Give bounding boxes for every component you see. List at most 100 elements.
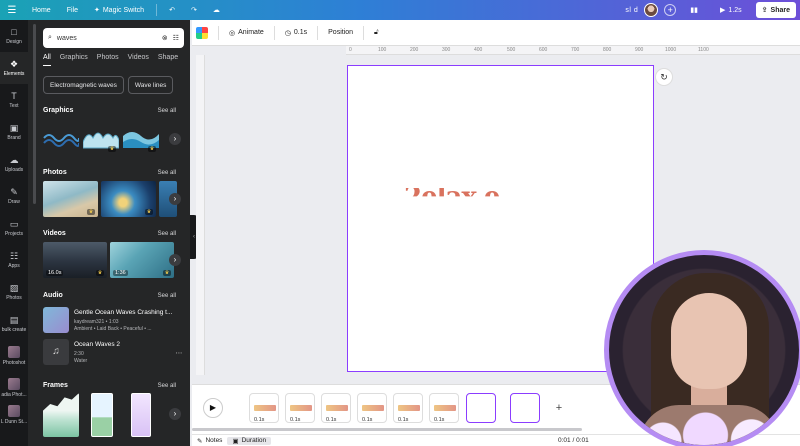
timing-button[interactable]: ◷ 0.1s (279, 29, 313, 37)
rail-label: Photos (6, 294, 22, 301)
regenerate-icon[interactable]: ↻ (655, 68, 673, 86)
ruler-tick: 900 (635, 47, 644, 53)
video-duration: 1:36 (113, 270, 128, 276)
section-title-videos: Videos (43, 230, 66, 237)
play-button[interactable]: ▶ (203, 398, 223, 418)
rail-label: Projects (4, 230, 24, 237)
rail-item-app-3[interactable]: L Dunn St... (0, 404, 28, 426)
rail-item-projects[interactable]: ▭ Projects (0, 212, 28, 244)
rail-item-apps[interactable]: ☷ Apps (0, 244, 28, 276)
rail-item-photos[interactable]: ▨ Photos (0, 276, 28, 308)
filter-icon[interactable]: ☷ (173, 34, 179, 42)
tab-graphics[interactable]: Graphics (60, 54, 88, 66)
frames-next-arrow-icon[interactable]: › (169, 408, 181, 420)
rail-item-app-2[interactable]: adia Phot... (0, 372, 28, 404)
tab-shapes[interactable]: Shape (158, 54, 178, 66)
shapes-icon: ❖ (9, 58, 19, 69)
design-title[interactable]: sl d (625, 7, 638, 14)
undo-button[interactable]: ↶ (161, 6, 183, 14)
duration-button[interactable]: ▣ Duration (227, 436, 272, 445)
lock-icon[interactable]: 🔓︎ (368, 29, 385, 37)
search-icon: ⌕ (48, 34, 52, 41)
frame-wave-1[interactable] (43, 393, 79, 437)
present-button[interactable]: ▶ 1.2s (712, 6, 750, 15)
menu-icon[interactable]: ☰ (0, 5, 24, 16)
rail-item-elements[interactable]: ❖ Elements (0, 52, 28, 84)
horizontal-ruler: 0 100 200 300 400 500 600 700 800 900 10… (346, 46, 800, 55)
rail-item-draw[interactable]: ✎ Draw (0, 180, 28, 212)
frame-preview (254, 405, 276, 411)
search-box[interactable]: ⌕ waves ⊗ ☷ (43, 28, 184, 48)
tab-photos[interactable]: Photos (97, 54, 119, 66)
notes-label: Notes (205, 437, 223, 444)
home-button[interactable]: Home (24, 7, 59, 14)
graphic-wave-2[interactable]: ♛ (83, 124, 119, 154)
search-input[interactable]: waves (57, 35, 157, 42)
share-button[interactable]: ⇪ Share (755, 2, 796, 18)
see-all-videos[interactable]: See all (158, 231, 176, 237)
notes-button[interactable]: ✎ Notes (192, 437, 227, 445)
divider (218, 25, 219, 40)
graphic-wave-1[interactable] (43, 124, 79, 154)
ruler-tick: 400 (474, 47, 483, 53)
redo-button[interactable]: ↷ (183, 6, 205, 14)
rail-item-uploads[interactable]: ☁ Uploads (0, 148, 28, 180)
tab-videos[interactable]: Videos (128, 54, 149, 66)
add-collaborator-icon[interactable]: + (664, 4, 677, 16)
video-dark-waves[interactable]: 16.0s ♛ (43, 242, 107, 278)
animate-button[interactable]: ◎ Animate (223, 29, 270, 37)
timeline-scrollbar[interactable] (192, 428, 582, 431)
analytics-icon[interactable]: ▮▮ (682, 6, 706, 14)
file-menu-button[interactable]: File (59, 7, 86, 14)
see-all-photos[interactable]: See all (158, 170, 176, 176)
add-page-icon[interactable]: + (552, 401, 566, 415)
graphic-wave-3[interactable]: ♛ (123, 124, 159, 154)
photos-next-arrow-icon[interactable]: › (169, 193, 181, 205)
chip-electromagnetic-waves[interactable]: Electromagnetic waves (43, 76, 124, 94)
magic-switch-button[interactable]: ✦ Magic Switch (86, 6, 152, 15)
graphics-next-arrow-icon[interactable]: › (169, 133, 181, 145)
position-button[interactable]: Position (322, 29, 359, 36)
rail-item-design[interactable]: □ Design (0, 20, 28, 52)
timeline-frame-dragging[interactable] (510, 393, 540, 423)
photo-wave-tunnel[interactable]: ♛ (101, 181, 156, 217)
tab-all[interactable]: All (43, 54, 51, 66)
rail-label: Brand (7, 134, 21, 141)
timing-label: 0.1s (293, 29, 308, 36)
color-picker-icon[interactable] (196, 26, 208, 39)
sparkle-icon: ✦ (93, 7, 100, 14)
clear-icon[interactable]: ⊗ (162, 34, 168, 42)
audio-item[interactable]: Gentle Ocean Waves Crashing t... kaydrea… (43, 307, 184, 335)
present-duration: 1.2s (728, 6, 742, 14)
rail-item-brand[interactable]: ▣ Brand (0, 116, 28, 148)
see-all-audio[interactable]: See all (158, 293, 176, 299)
folder-icon: ▭ (9, 218, 19, 229)
result-tabs: All Graphics Photos Videos Shape (43, 54, 178, 66)
avatar[interactable] (644, 3, 659, 17)
clock-icon: ◷ (284, 29, 291, 37)
see-all-frames[interactable]: See all (158, 383, 176, 389)
frame-duration: 0.1s (326, 417, 337, 423)
frame-wave-3[interactable] (131, 393, 151, 437)
panel-scrollbar[interactable] (33, 24, 36, 204)
left-rail: □ Design ❖ Elements T Text ▣ Brand ☁ Uploads … (0, 20, 28, 446)
app-thumbnail (8, 378, 20, 390)
section-title-frames: Frames (43, 382, 68, 389)
rail-label: Draw (8, 198, 20, 205)
rail-item-photoshot[interactable]: Photoshot (0, 340, 28, 372)
frame-wave-2[interactable] (91, 393, 113, 437)
rail-item-text[interactable]: T Text (0, 84, 28, 116)
frame-preview (290, 405, 312, 411)
photo-beach-waves[interactable]: ♛ (43, 181, 98, 217)
videos-next-arrow-icon[interactable]: › (169, 254, 181, 266)
rail-item-bulk-create[interactable]: ▤ bulk create (0, 308, 28, 340)
chip-wave-lines[interactable]: Wave lines (127, 76, 174, 94)
see-all-graphics[interactable]: See all (158, 108, 176, 114)
audio-item[interactable]: ♫ Ocean Waves 2 2:30 Water ⋯ (43, 339, 184, 367)
canvas-text-element[interactable]: 2elax e (404, 188, 604, 196)
video-aerial-waves[interactable]: 1:36 ♛ (110, 242, 174, 278)
cloud-save-icon[interactable]: ☁ (205, 6, 228, 14)
more-options-icon[interactable]: ⋯ (174, 349, 184, 359)
timeline-frame-selected[interactable] (466, 393, 496, 423)
frame-duration: 0.1s (290, 417, 301, 423)
